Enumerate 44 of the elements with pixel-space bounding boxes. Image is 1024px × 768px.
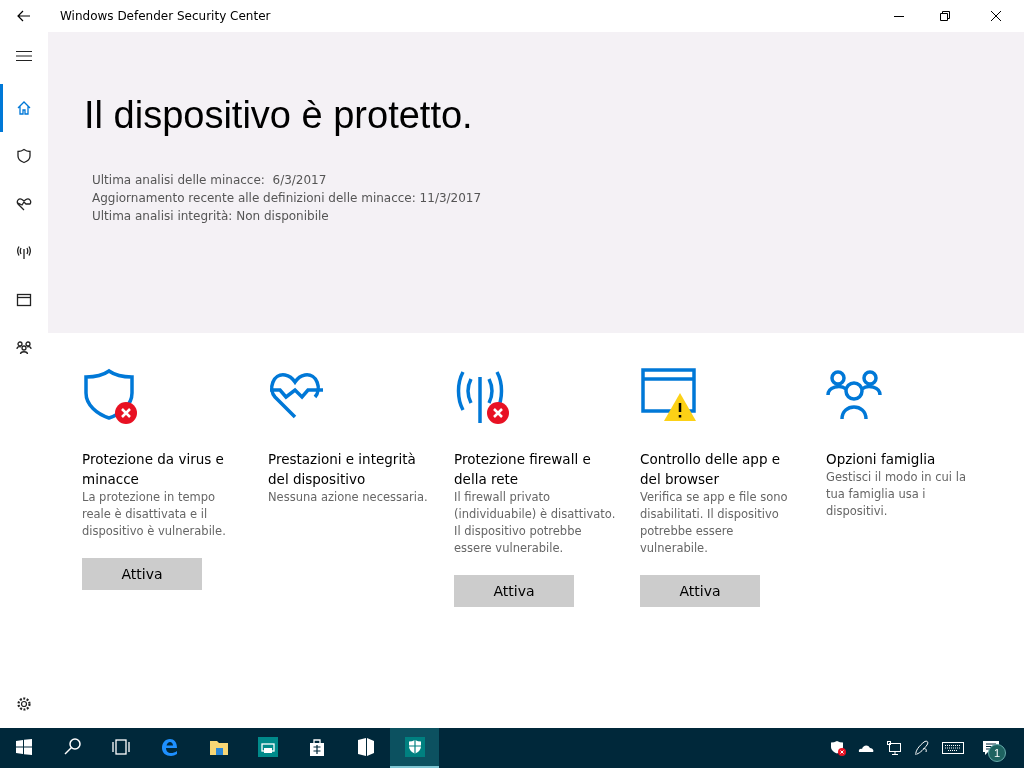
restore-icon (940, 11, 950, 21)
tile-description: Gestisci il modo in cui la tua famiglia usa i dispositivi. (826, 469, 967, 520)
tile-title: Prestazioni e integrità del dispositivo (268, 450, 417, 489)
task-view-icon (110, 737, 131, 757)
tile-description: Il firewall privato (individuabile) è disattivato. Il dispositivo potrebbe essere vulnerabile. (454, 489, 616, 557)
heart-pulse-icon (16, 196, 32, 212)
keyboard-icon[interactable] (942, 742, 964, 754)
scan-detail: Aggiornamento recente alle definizioni delle minacce: 11/3/2017 (92, 190, 483, 207)
notification-button[interactable]: 1 (976, 728, 1006, 768)
status-heading: Il dispositivo è protetto. (84, 94, 474, 137)
tile-title: Opzioni famiglia (826, 450, 937, 469)
notification-count: 1 (988, 744, 1006, 762)
shield-icon (16, 148, 32, 164)
shield-icon (404, 737, 425, 757)
window-title: Windows Defender Security Center (59, 9, 272, 23)
home-icon (16, 100, 32, 116)
back-arrow-icon (17, 10, 31, 22)
tile-title: Protezione da virus e minacce (82, 450, 225, 489)
close-icon (991, 11, 1001, 21)
people-icon (16, 340, 32, 356)
scan-detail: Ultima analisi integrità: Non disponibile (92, 208, 330, 225)
search-icon (62, 737, 82, 757)
tile-description: Nessuna azione necessaria. (268, 489, 429, 506)
network-icon[interactable] (886, 740, 902, 756)
activate-button[interactable]: Attiva (82, 558, 202, 590)
pen-icon[interactable] (914, 740, 930, 756)
printer-icon (257, 737, 278, 757)
activate-button[interactable]: Attiva (454, 575, 574, 607)
taskbar-app[interactable] (390, 728, 439, 768)
window-panels-icon (355, 737, 376, 757)
tile-description: Verifica se app e file sono disabilitati. Il dispositivo potrebbe essere vulnerabile. (640, 489, 789, 557)
settings-icon (16, 696, 32, 712)
cloud-icon[interactable] (858, 743, 874, 753)
menu-icon (16, 50, 32, 62)
shield-error-icon[interactable] (830, 740, 846, 756)
antenna-icon (16, 244, 32, 260)
tile-title: Controllo delle app e del browser (640, 450, 782, 489)
activate-button[interactable]: Attiva (640, 575, 760, 607)
windows-logo-icon (16, 739, 32, 755)
tile-description: La protezione in tempo reale è disattivata e il dispositivo è vulnerabile. (82, 489, 227, 540)
browser-e-icon (159, 737, 180, 757)
tile-title: Protezione firewall e della rete (454, 450, 592, 489)
scan-detail: Ultima analisi delle minacce: 6/3/2017 (92, 172, 328, 189)
window-icon (16, 292, 32, 308)
